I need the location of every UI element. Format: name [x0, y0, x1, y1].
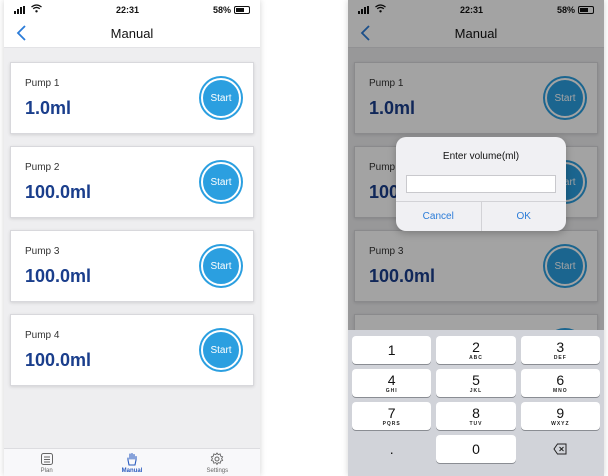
chevron-left-icon: [16, 25, 26, 41]
volume-input[interactable]: [406, 175, 556, 193]
list-icon: [40, 452, 53, 465]
tab-label: Settings: [206, 467, 229, 474]
volume-entry-screen: 22:31 58% Manual Pump 1 1.0ml Start Pump…: [348, 0, 604, 476]
key-digit: 0: [472, 441, 480, 457]
back-button[interactable]: [12, 22, 34, 44]
start-button[interactable]: Start: [201, 162, 241, 202]
key-letters: WXYZ: [551, 420, 570, 427]
manual-screen: 22:31 58% Manual Pump 1 1.0ml Start Pump…: [4, 0, 260, 476]
key-letters: MNO: [552, 387, 568, 394]
key-2[interactable]: 2 ABC: [436, 336, 516, 364]
key-digit: 2: [472, 338, 480, 355]
pump-volume[interactable]: 1.0ml: [25, 98, 71, 119]
key-digit: 3: [556, 338, 565, 355]
pump-volume[interactable]: 100.0ml: [25, 182, 91, 203]
tab-label: Manual: [121, 467, 143, 474]
start-button[interactable]: Start: [201, 330, 241, 370]
key-digit: 7: [387, 404, 396, 421]
battery-group: 58%: [213, 5, 250, 15]
key-digit: 1: [387, 341, 396, 358]
page-title: Manual: [110, 26, 154, 41]
pump-card-3: Pump 3 100.0ml Start: [10, 230, 254, 302]
key-digit: 6: [556, 371, 565, 388]
key-letters: GHI: [385, 387, 398, 394]
key-letters: JKL: [469, 387, 483, 394]
key-backspace[interactable]: [521, 435, 600, 463]
dialog-title: Enter volume(ml): [442, 151, 520, 162]
volume-dialog: Enter volume(ml) Cancel OK: [396, 137, 566, 231]
pump-card-4: Pump 4 100.0ml Start: [10, 314, 254, 386]
ok-button[interactable]: OK: [480, 202, 567, 231]
key-4[interactable]: 4 GHI: [352, 369, 432, 397]
start-button[interactable]: Start: [201, 246, 241, 286]
tab-settings[interactable]: Settings: [175, 449, 260, 476]
key-digit: 9: [556, 404, 565, 421]
keypad-row: 1 2 ABC 3 DEF: [352, 336, 600, 364]
hand-icon: [127, 452, 137, 466]
key-digit: .: [389, 441, 394, 457]
tab-bar: Plan Manual Settings: [4, 448, 260, 476]
key-digit: 5: [472, 371, 480, 388]
pump-name: Pump 3: [25, 246, 60, 257]
keypad-row: 7 PQRS 8 TUV 9 WXYZ: [352, 402, 600, 430]
key-1[interactable]: 1: [352, 336, 432, 364]
nav-bar: Manual: [4, 20, 260, 48]
tab-manual[interactable]: Manual: [89, 449, 174, 476]
key-letters: ABC: [469, 354, 483, 361]
key-letters: TUV: [469, 420, 483, 427]
gear-icon: [211, 451, 224, 465]
cancel-button[interactable]: Cancel: [396, 202, 481, 231]
tab-label: Plan: [40, 467, 53, 474]
battery-icon: [233, 6, 250, 14]
key-decimal[interactable]: .: [352, 435, 431, 463]
key-digit: 8: [472, 404, 480, 421]
pump-name: Pump 1: [25, 78, 60, 89]
pump-card-1: Pump 1 1.0ml Start: [10, 62, 254, 134]
signal-group: [14, 4, 42, 16]
key-3[interactable]: 3 DEF: [520, 336, 600, 364]
key-8[interactable]: 8 TUV: [436, 402, 516, 430]
battery-percent: 58%: [212, 5, 231, 15]
backspace-icon: [553, 443, 567, 455]
start-button[interactable]: Start: [201, 78, 241, 118]
key-6[interactable]: 6 MNO: [520, 369, 600, 397]
status-bar: 22:31 58%: [4, 0, 260, 20]
keypad-row: . 0: [352, 435, 600, 463]
pump-card-2: Pump 2 100.0ml Start: [10, 146, 254, 218]
numeric-keypad: 1 2 ABC 3 DEF 4 GHI 5 JKL 6 MNO 7 PQRS 8 TUV 9W…: [348, 330, 604, 476]
key-7[interactable]: 7 PQRS: [352, 402, 432, 430]
key-0[interactable]: 0: [436, 435, 516, 463]
pump-volume[interactable]: 100.0ml: [25, 350, 91, 371]
pump-name: Pump 4: [25, 330, 60, 341]
clock: 22:31: [115, 5, 139, 15]
pump-name: Pump 2: [25, 162, 60, 173]
dialog-buttons: Cancel OK: [396, 202, 566, 231]
cellular-signal-icon: [14, 6, 25, 14]
tab-plan[interactable]: Plan: [4, 449, 89, 476]
pump-volume[interactable]: 100.0ml: [25, 266, 91, 287]
key-letters: PQRS: [382, 420, 401, 427]
wifi-icon: [31, 4, 42, 16]
pump-list: Pump 1 1.0ml Start Pump 2 100.0ml Start …: [4, 48, 260, 448]
key-digit: 4: [387, 371, 396, 388]
key-letters: DEF: [553, 354, 567, 361]
key-9[interactable]: 9 WXYZ: [520, 402, 600, 430]
key-5[interactable]: 5 JKL: [436, 369, 516, 397]
keypad-row: 4 GHI 5 JKL 6 MNO: [352, 369, 600, 397]
